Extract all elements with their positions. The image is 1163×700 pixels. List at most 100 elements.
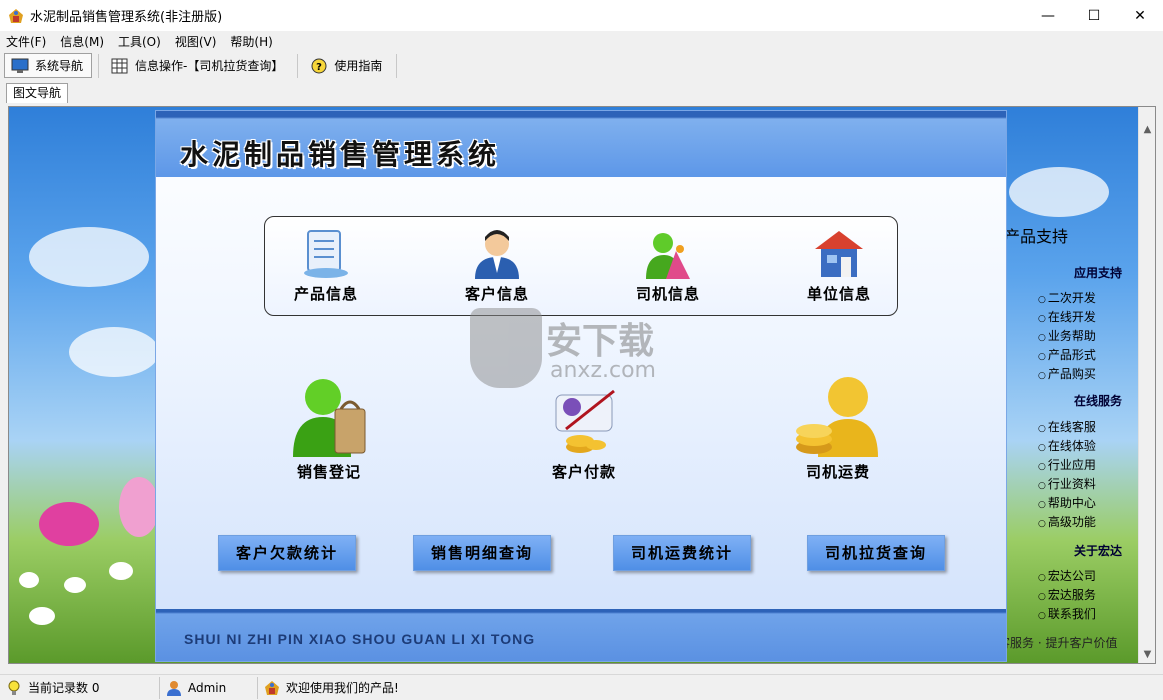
grid-icon <box>111 58 129 74</box>
menu-info[interactable]: 信息(M) <box>60 33 104 50</box>
svg-text:?: ? <box>316 62 322 73</box>
support-link[interactable]: 联系我们 <box>1038 605 1096 622</box>
module-label: 产品信息 <box>293 285 358 303</box>
maximize-button[interactable]: ☐ <box>1071 0 1117 31</box>
flower <box>109 562 133 580</box>
menu-tools[interactable]: 工具(O) <box>118 33 161 50</box>
support-footer: 客服务 · 提升客户价值 <box>998 636 1118 650</box>
scroll-down-icon[interactable]: ▼ <box>1139 646 1155 663</box>
vertical-scrollbar[interactable]: ▲ ▼ <box>1138 107 1155 663</box>
document-icon <box>298 227 354 279</box>
toolbar-info-op-label: 信息操作-【司机拉货查询】 <box>135 59 284 73</box>
toolbar-separator <box>98 53 100 78</box>
support-link[interactable]: 高级功能 <box>1038 513 1096 530</box>
support-section-app: 应用支持 <box>1073 266 1122 280</box>
support-link[interactable]: 在线客服 <box>1038 418 1096 435</box>
flower <box>29 607 55 625</box>
shopping-icon <box>289 373 369 457</box>
system-title: 水泥制品销售管理系统 <box>180 138 501 171</box>
toolbar-guide[interactable]: ? 使用指南 <box>304 53 390 78</box>
menu-file[interactable]: 文件(F) <box>6 33 46 50</box>
module-sales-register[interactable]: 销售登记 <box>269 373 389 482</box>
help-icon: ? <box>310 58 328 74</box>
support-link[interactable]: 二次开发 <box>1038 289 1096 306</box>
support-link[interactable]: 宏达服务 <box>1038 586 1096 603</box>
welcome-message: 欢迎使用我们的产品! <box>286 681 399 695</box>
menu-bar: 文件(F) 信息(M) 工具(O) 视图(V) 帮助(H) <box>0 31 1163 51</box>
module-customer-info[interactable]: 客户信息 <box>442 227 552 304</box>
module-label: 司机信息 <box>635 285 700 303</box>
scroll-up-icon[interactable]: ▲ <box>1139 121 1155 138</box>
driver-haul-query-button[interactable]: 司机拉货查询 <box>807 535 945 571</box>
user-icon <box>166 680 182 696</box>
bulb-icon <box>6 680 22 696</box>
panel-footer: SHUI NI ZHI PIN XIAO SHOU GUAN LI XI TON… <box>156 609 1006 661</box>
coins-icon <box>788 373 888 457</box>
support-link[interactable]: 行业应用 <box>1038 456 1096 473</box>
module-label: 客户付款 <box>551 463 616 481</box>
flower <box>64 577 86 593</box>
module-driver-info[interactable]: 司机信息 <box>613 227 723 304</box>
support-section-online: 在线服务 <box>1073 394 1122 408</box>
toolbar-separator <box>396 53 398 78</box>
module-customer-payment[interactable]: 客户付款 <box>524 385 644 482</box>
cloud <box>69 327 159 377</box>
panel-header: 水泥制品销售管理系统 <box>156 111 1006 177</box>
title-bar: 水泥制品销售管理系统(非注册版) — ☐ ✕ <box>0 0 1163 31</box>
status-bar: 当前记录数 0 Admin 欢迎使用我们的产品! <box>0 674 1163 700</box>
watermark: 安下载 anxz.com <box>470 308 690 388</box>
flower <box>19 572 39 588</box>
module-label: 单位信息 <box>806 285 871 303</box>
toolbar-system-nav[interactable]: 系统导航 <box>4 53 93 78</box>
tab-strip: 图文导航 <box>0 80 1163 103</box>
status-record-count: 当前记录数 0 <box>0 676 160 699</box>
app-logo-icon <box>264 680 280 696</box>
support-section-about: 关于宏达 <box>1073 544 1122 558</box>
house-icon <box>811 227 867 279</box>
toolbar-system-nav-label: 系统导航 <box>35 59 84 73</box>
support-link[interactable]: 帮助中心 <box>1038 494 1096 511</box>
customer-debt-stats-button[interactable]: 客户欠款统计 <box>218 535 356 571</box>
support-link[interactable]: 产品购买 <box>1038 365 1096 382</box>
support-link[interactable]: 在线开发 <box>1038 308 1096 325</box>
person-icon <box>469 227 525 279</box>
toolbar-separator <box>297 53 299 78</box>
support-title: 产品支持 <box>1004 227 1069 246</box>
close-button[interactable]: ✕ <box>1117 0 1163 31</box>
support-link[interactable]: 在线体验 <box>1038 437 1096 454</box>
driver-freight-stats-button[interactable]: 司机运费统计 <box>613 535 751 571</box>
support-link[interactable]: 宏达公司 <box>1038 567 1096 584</box>
module-unit-info[interactable]: 单位信息 <box>784 227 894 304</box>
module-label: 司机运费 <box>805 463 870 481</box>
pinyin-caption: SHUI NI ZHI PIN XIAO SHOU GUAN LI XI TON… <box>184 631 536 647</box>
menu-help[interactable]: 帮助(H) <box>230 33 272 50</box>
toolbar-guide-label: 使用指南 <box>334 59 383 73</box>
menu-view[interactable]: 视图(V) <box>175 33 217 50</box>
watermark-domain: anxz.com <box>550 358 656 383</box>
flower <box>119 477 159 537</box>
flower <box>39 502 99 546</box>
module-product-info[interactable]: 产品信息 <box>271 227 381 304</box>
support-link[interactable]: 产品形式 <box>1038 346 1096 363</box>
support-panel: 产品支持 应用支持 二次开发 在线开发 业务帮助 产品形式 产品购买 在线服务 … <box>998 108 1128 650</box>
support-link[interactable]: 业务帮助 <box>1038 327 1096 344</box>
user-name: Admin <box>188 680 227 695</box>
payment-icon <box>546 385 622 457</box>
record-count-label: 当前记录数 0 <box>28 681 100 695</box>
tab-graphic-nav[interactable]: 图文导航 <box>6 83 69 103</box>
module-label: 客户信息 <box>464 285 529 303</box>
toolbar-info-op[interactable]: 信息操作-【司机拉货查询】 <box>105 53 291 78</box>
sales-detail-query-button[interactable]: 销售明细查询 <box>413 535 551 571</box>
toolbar: 系统导航 信息操作-【司机拉货查询】 ? 使用指南 <box>0 51 1163 80</box>
window-title: 水泥制品销售管理系统(非注册版) <box>30 10 223 25</box>
monitor-icon <box>11 58 29 74</box>
shield-icon <box>470 308 542 388</box>
support-link[interactable]: 行业资料 <box>1038 475 1096 492</box>
watermark-text: 安下载 <box>546 321 655 362</box>
cloud <box>29 227 149 287</box>
minimize-button[interactable]: — <box>1025 0 1071 31</box>
driver-icon <box>640 227 696 279</box>
module-label: 销售登记 <box>296 463 361 481</box>
status-welcome: 欢迎使用我们的产品! <box>258 677 405 699</box>
module-driver-freight[interactable]: 司机运费 <box>778 373 898 482</box>
